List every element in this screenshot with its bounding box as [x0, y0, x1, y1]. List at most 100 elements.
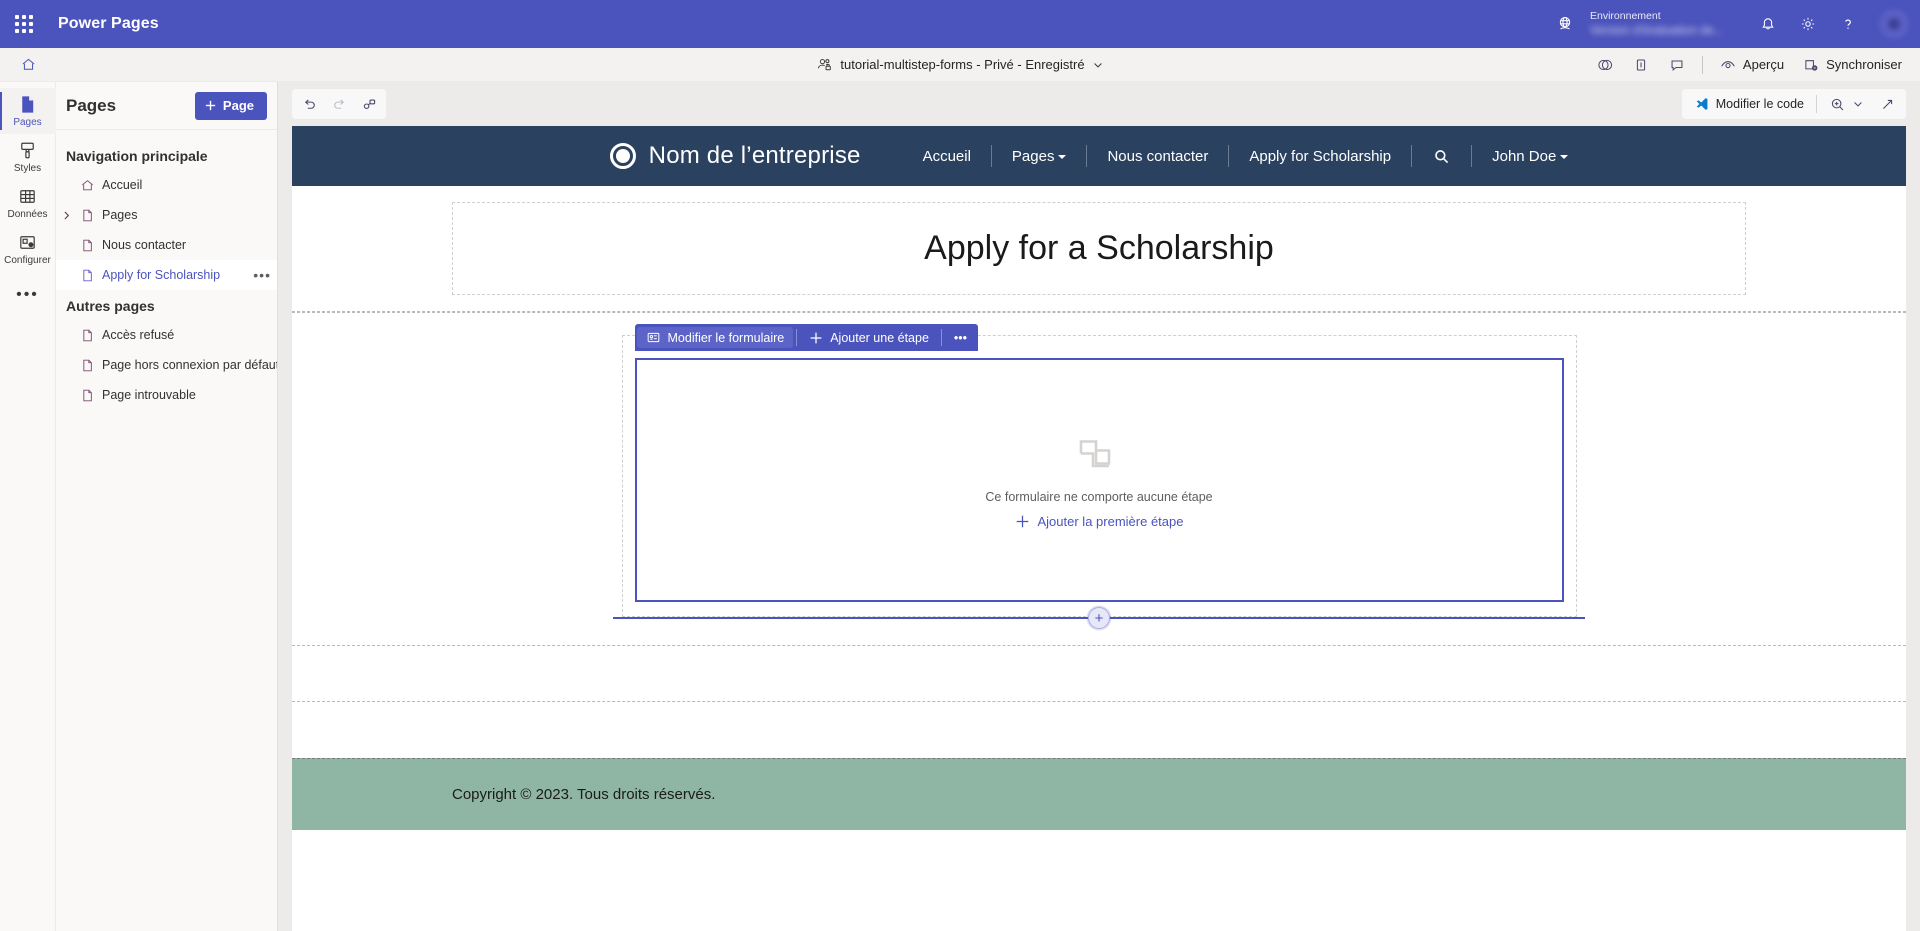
form-overflow-button[interactable]: ••• — [945, 327, 976, 348]
add-first-step-label: Ajouter la première étape — [1037, 513, 1184, 529]
sidebar-more-button[interactable]: ••• — [0, 272, 56, 318]
form-wrapper[interactable]: Modifier le formulaire Ajouter une étape — [621, 324, 1577, 617]
plus-circle-icon[interactable]: + — [1088, 607, 1110, 629]
sidebar-item-styles[interactable]: Styles — [0, 134, 56, 180]
page-heading: Apply for a Scholarship — [924, 229, 1274, 267]
add-page-button[interactable]: Page — [194, 91, 267, 120]
divider — [940, 329, 942, 346]
home-icon[interactable] — [0, 56, 56, 73]
preview-button[interactable]: Aperçu — [1711, 51, 1792, 79]
tree-item-pages[interactable]: Pages — [56, 200, 277, 230]
tree-item-nous-contacter[interactable]: Nous contacter — [56, 230, 277, 260]
page-icon — [76, 328, 98, 343]
chevron-down-icon[interactable] — [1092, 59, 1104, 71]
site-title: tutorial-multistep-forms - Privé - Enreg… — [840, 57, 1085, 72]
bell-icon[interactable] — [1748, 0, 1788, 48]
page-icon — [76, 208, 98, 223]
environment-value: Version d'évaluation de... — [1590, 23, 1724, 37]
app-launcher-icon[interactable] — [0, 0, 48, 48]
sync-button[interactable]: Synchroniser — [1794, 51, 1910, 79]
chevron-down-icon — [1560, 154, 1569, 159]
theme-icon[interactable] — [1588, 51, 1622, 79]
home-page-icon — [76, 178, 98, 193]
pane-icon[interactable] — [1624, 51, 1658, 79]
empty-steps-icon — [1072, 432, 1126, 476]
group-title-other-pages: Autres pages — [66, 298, 155, 314]
avatar-image — [1879, 9, 1909, 39]
add-first-step-button[interactable]: Ajouter la première étape — [1015, 513, 1184, 529]
command-bar: tutorial-multistep-forms - Privé - Enreg… — [0, 48, 1920, 82]
overflow-icon: ••• — [16, 286, 39, 303]
site-nav: Accueil Pages Nous contacter Apply for S… — [903, 145, 1589, 167]
site-nav-pages-label: Pages — [1011, 147, 1055, 165]
tree-item-apply-for-scholarship[interactable]: Apply for Scholarship ••• — [56, 260, 277, 290]
edit-form-button[interactable]: Modifier le formulaire — [636, 327, 794, 348]
sidebar-item-label: Données — [7, 209, 48, 220]
tree-item-label: Accueil — [102, 178, 143, 192]
search-icon — [1432, 147, 1451, 166]
app-header-actions: Environnement Version d'évaluation de... — [1548, 0, 1920, 48]
tree-item-more-button[interactable]: ••• — [253, 267, 271, 283]
comment-icon[interactable] — [1660, 51, 1694, 79]
brush-icon — [17, 140, 38, 161]
history-tools — [292, 89, 386, 119]
redo-icon[interactable] — [324, 90, 354, 118]
environment-text: Environnement Version d'évaluation de... — [1582, 10, 1742, 38]
site-nav-user[interactable]: John Doe — [1472, 148, 1588, 165]
table-icon — [17, 186, 38, 207]
app-title: Power Pages — [58, 15, 159, 32]
gear-icon[interactable] — [1788, 0, 1828, 48]
avatar[interactable] — [1868, 0, 1920, 48]
add-section-row: + — [292, 607, 1906, 629]
zoom-control[interactable] — [1821, 90, 1872, 118]
site-nav-search[interactable] — [1412, 147, 1471, 166]
site-nav-pages[interactable]: Pages — [992, 148, 1087, 165]
sync-label: Synchroniser — [1826, 57, 1902, 72]
tree-item-acces-refuse[interactable]: Accès refusé — [56, 320, 277, 350]
tree-item-page-introuvable[interactable]: Page introuvable — [56, 380, 277, 410]
company-logo-icon — [609, 143, 636, 169]
globe-icon — [1548, 0, 1582, 48]
tree-item-label: Page introuvable — [102, 388, 196, 402]
help-icon[interactable] — [1828, 0, 1868, 48]
site-nav-nous-contacter[interactable]: Nous contacter — [1087, 148, 1228, 165]
canvas-toolbar-right: Modifier le code — [1681, 89, 1906, 119]
divider — [796, 329, 798, 346]
add-step-button[interactable]: Ajouter une étape — [800, 327, 938, 348]
site-brand[interactable]: Nom de l’entreprise — [609, 142, 861, 170]
page-heading-block[interactable]: Apply for a Scholarship — [452, 202, 1746, 295]
expand-icon[interactable] — [1872, 90, 1902, 118]
canvas-toolbar: Modifier le code — [278, 82, 1920, 126]
tree-item-label: Pages — [102, 208, 138, 222]
page-title-section[interactable]: Apply for a Scholarship — [292, 202, 1906, 312]
page-icon — [76, 238, 98, 253]
environment-selector[interactable]: Environnement Version d'évaluation de... — [1548, 0, 1742, 48]
add-step-label: Ajouter une étape — [830, 330, 929, 345]
undo-icon[interactable] — [294, 90, 324, 118]
tree-item-page-hors-connexion[interactable]: Page hors connexion par défaut — [56, 350, 277, 380]
sidebar-item-pages[interactable]: Pages — [0, 88, 56, 134]
edit-form-label: Modifier le formulaire — [667, 330, 785, 345]
site-nav-accueil[interactable]: Accueil — [903, 148, 991, 165]
tree-item-accueil[interactable]: Accueil — [56, 170, 277, 200]
sidebar-item-label: Configurer — [4, 255, 51, 266]
form-canvas[interactable]: Ce formulaire ne comporte aucune étape A… — [634, 358, 1564, 602]
tree-item-label: Nous contacter — [102, 238, 187, 252]
sidebar-item-label: Styles — [13, 163, 42, 174]
sidebar-item-configure[interactable]: Configurer — [0, 226, 56, 272]
empty-section-band[interactable] — [292, 646, 1906, 702]
edit-code-button[interactable]: Modifier le code — [1686, 90, 1812, 118]
site-footer[interactable]: Copyright © 2023. Tous droits réservés. — [292, 758, 1906, 830]
page-icon — [76, 268, 98, 283]
tree-item-label: Accès refusé — [102, 328, 175, 342]
link-icon[interactable] — [354, 90, 384, 118]
footer-copyright: Copyright © 2023. Tous droits réservés. — [452, 786, 716, 803]
command-bar-actions: Aperçu Synchroniser — [1588, 51, 1920, 79]
sidebar-item-data[interactable]: Données — [0, 180, 56, 226]
chevron-right-icon[interactable] — [56, 210, 76, 221]
company-name: Nom de l’entreprise — [648, 142, 861, 169]
site-nav-apply-for-scholarship[interactable]: Apply for Scholarship — [1229, 148, 1411, 165]
plus-icon — [204, 99, 217, 112]
vscode-icon — [1694, 96, 1710, 112]
empty-state-message: Ce formulaire ne comporte aucune étape — [985, 489, 1213, 504]
